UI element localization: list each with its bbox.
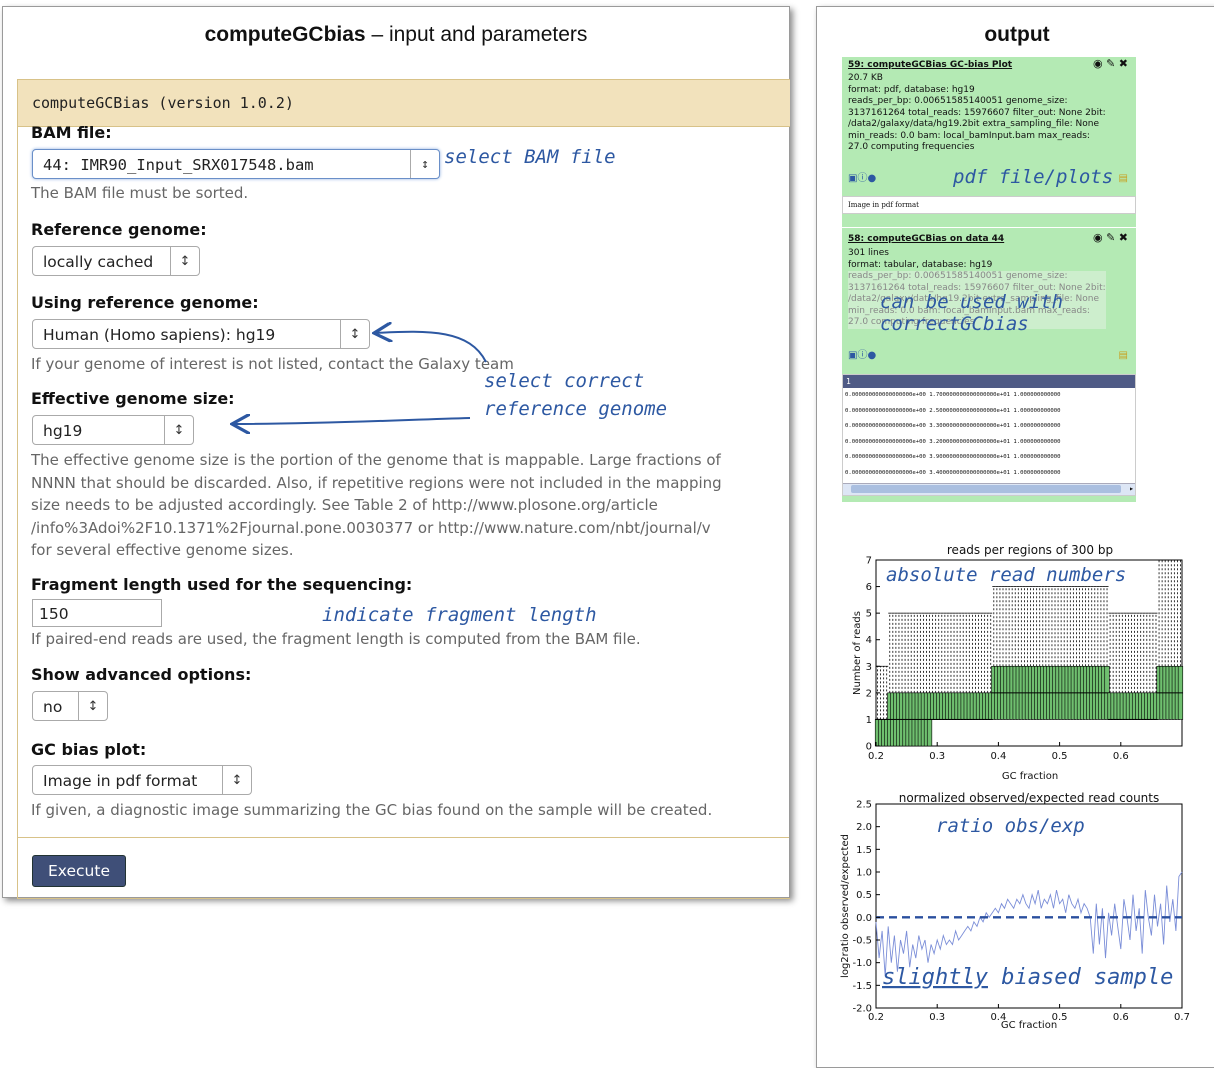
x-axis-label: GC fraction	[1001, 1020, 1057, 1031]
y-tick-label: 2.0	[856, 822, 872, 833]
y-tick-label: 2	[866, 688, 872, 699]
box-plot-chart: reads per regions of 300 bp 0.2 0.3 0.4 0.5…	[852, 543, 1184, 782]
x-tick-label: 0.5	[1052, 751, 1068, 762]
history-item-info: 20.7 KB format: pdf, database: hg19 read…	[848, 73, 1106, 154]
table-row: 0.000000000000000000e+00 1.7000000000000…	[845, 392, 1061, 398]
info-line: /data2/galaxy/data/hg19.2bit extra_sampl…	[848, 119, 1099, 129]
info-icon[interactable]: ⓘ	[857, 350, 867, 361]
rerun-icon[interactable]: ●	[867, 350, 876, 361]
table-row: 0.000000000000000000e+00 3.4000000000000…	[845, 469, 1061, 476]
history-item-tabular: 58: computeGCBias on data 44 ◉ ✎ ✖ 301 l…	[842, 228, 1136, 502]
delete-icon[interactable]: ✖	[1119, 57, 1128, 70]
x-tick-label: 0.7	[1174, 1012, 1190, 1023]
y-tick-label: -2.0	[852, 1004, 872, 1015]
ratio-line-chart: normalized observed/expected read counts…	[840, 791, 1190, 1031]
y-axis-label: Number of reads	[852, 611, 863, 695]
history-item-icons: ▣ⓘ●	[848, 350, 876, 362]
y-tick-label: 5	[866, 609, 872, 620]
scrollbar-thumb[interactable]	[851, 485, 1121, 493]
table-row: 0.000000000000000000e+00 2.5000000000000…	[845, 407, 1061, 414]
annotation-ratio: ratio obs/exp	[936, 815, 1085, 837]
y-tick-label: 1.5	[856, 845, 872, 856]
x-tick-label: 0.6	[1113, 751, 1129, 762]
chart-title: reads per regions of 300 bp	[947, 543, 1113, 557]
info-line: format: pdf, database: hg19	[848, 84, 975, 95]
chart-title: normalized observed/expected read counts	[899, 791, 1160, 805]
annotation-used-2: correctGCbias	[880, 313, 1029, 335]
eye-icon[interactable]: ◉	[1093, 57, 1103, 70]
pencil-icon[interactable]: ✎	[1106, 57, 1115, 70]
table-row: 0.000000000000000000e+00 3.2000000000000…	[845, 438, 1061, 445]
info-line: 20.7 KB	[848, 73, 883, 83]
info-line: format: tabular, database: hg19	[848, 259, 993, 270]
x-tick-label: 0.2	[868, 751, 884, 762]
preview-box: Image in pdf format	[842, 196, 1136, 214]
y-tick-label: 0.5	[856, 890, 872, 901]
x-tick-label: 0.4	[990, 751, 1006, 762]
y-tick-label: 7	[866, 556, 872, 567]
history-item-pdf: 59: computeGCBias GC-bias Plot ◉ ✎ ✖ 20.…	[842, 57, 1136, 227]
y-tick-label: 1	[866, 715, 872, 726]
preview-table: 1 0.000000000000000000e+00 1.70000000000…	[842, 374, 1136, 496]
annotation-biased: slightly biased sample	[882, 965, 1173, 990]
info-line: reads_per_bp: 0.00651585140051 genome_si…	[848, 96, 1068, 106]
info-line: reads_per_bp: 0.00651585140051 genome_si…	[848, 271, 1068, 281]
table-row: 0.000000000000000000e+00 3.9000000000000…	[845, 454, 1061, 460]
info-line: 3137161264 total_reads: 15976607 filter_…	[848, 107, 1106, 118]
folder-icon[interactable]: ▤	[1119, 173, 1128, 185]
y-tick-label: 4	[866, 635, 872, 646]
pencil-icon[interactable]: ✎	[1106, 231, 1115, 244]
table-row: 0.000000000000000000e+00 3.3000000000000…	[845, 423, 1061, 429]
y-tick-label: -1.5	[852, 981, 872, 992]
y-tick-label: 0.0	[856, 913, 872, 924]
annotation-absolute: absolute read numbers	[886, 564, 1126, 586]
y-tick-label: 6	[866, 582, 872, 593]
x-tick-label: 0.6	[1113, 1012, 1129, 1023]
y-tick-label: 3	[866, 662, 872, 673]
y-axis-label: log2ratio observed/expected	[840, 834, 851, 978]
annotation-biased-rest: biased sample	[988, 965, 1173, 990]
x-tick-label: 0.3	[929, 751, 945, 762]
y-tick-label: 0	[866, 742, 872, 753]
history-item-title[interactable]: 59: computeGCBias GC-bias Plot	[848, 60, 1012, 72]
output-title: output	[984, 23, 1050, 46]
x-axis-label: GC fraction	[1002, 771, 1058, 782]
eye-icon[interactable]: ◉	[1093, 231, 1103, 244]
info-line: 27.0 computing frequencies	[848, 142, 975, 152]
table-rows: 0.000000000000000000e+00 1.7000000000000…	[843, 388, 1135, 481]
folder-icon[interactable]: ▤	[1119, 350, 1128, 362]
y-tick-label: 1.0	[856, 868, 872, 879]
rerun-icon[interactable]: ●	[867, 173, 876, 184]
history-item-title[interactable]: 58: computeGCBias on data 44	[848, 234, 1004, 246]
horizontal-scrollbar[interactable]: ▸	[843, 483, 1135, 495]
history-item-icons: ▣ⓘ●	[848, 173, 876, 185]
info-line: min_reads: 0.0 bam: local_bamInput.bam m…	[848, 130, 1090, 141]
annotation-pdf: pdf file/plots	[953, 166, 1114, 188]
table-header: 1	[843, 375, 1135, 388]
x-tick-label: 0.3	[929, 1012, 945, 1023]
delete-icon[interactable]: ✖	[1119, 231, 1128, 244]
history-item-actions: ◉ ✎ ✖	[1093, 232, 1128, 244]
info-line: 301 lines	[848, 248, 889, 258]
y-tick-label: -0.5	[852, 936, 872, 947]
annotation-used-1: can be used with	[880, 291, 1064, 313]
y-tick-label: -1.0	[852, 958, 872, 969]
info-icon[interactable]: ⓘ	[857, 173, 867, 184]
history-item-info: 301 lines format: tabular, database: hg1…	[848, 248, 992, 271]
y-tick-label: 2.5	[856, 800, 872, 811]
annotation-slightly: slightly	[882, 965, 989, 990]
scroll-right-icon[interactable]: ▸	[1129, 484, 1134, 494]
history-item-actions: ◉ ✎ ✖	[1093, 58, 1128, 70]
